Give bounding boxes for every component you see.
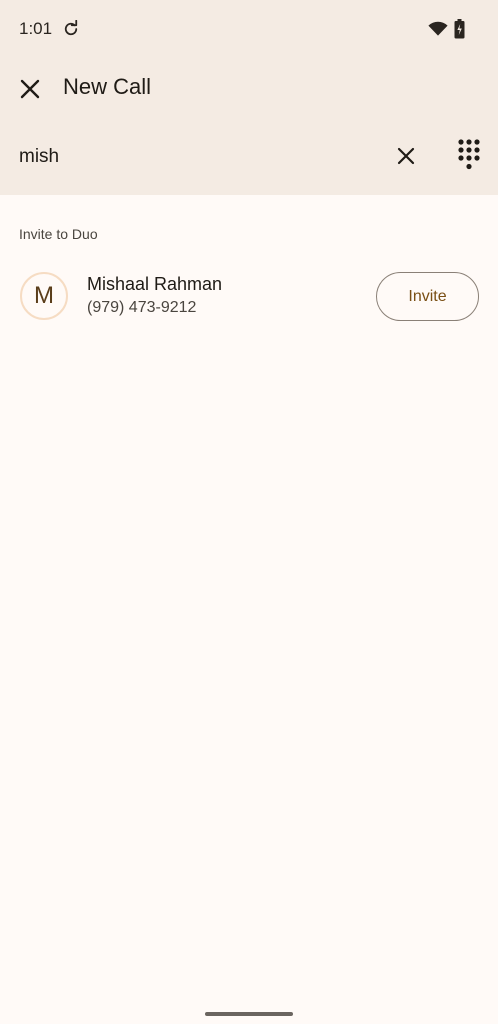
avatar: M <box>20 272 68 320</box>
contact-name: Mishaal Rahman <box>87 274 223 294</box>
clear-search-button[interactable] <box>390 140 422 172</box>
close-button[interactable] <box>14 73 46 105</box>
invite-button[interactable]: Invite <box>376 272 479 321</box>
close-icon <box>397 147 415 165</box>
status-time: 1:01 <box>19 19 53 38</box>
gesture-nav-handle[interactable] <box>205 1012 293 1016</box>
contact-phone: (979) 473-9212 <box>87 299 197 316</box>
contact-row[interactable]: M Mishaal Rahman (979) 473-9212 Invite <box>0 260 498 332</box>
sync-icon <box>64 20 78 36</box>
dialpad-button[interactable] <box>453 138 485 172</box>
app-header: 1:01 New Call <box>0 0 498 195</box>
search-input[interactable] <box>19 143 379 171</box>
section-title: Invite to Duo <box>19 226 98 242</box>
status-bar: 1:01 <box>0 0 498 58</box>
page-title: New Call <box>63 74 152 99</box>
dialpad-icon <box>458 139 480 170</box>
battery-icon <box>454 19 465 39</box>
close-icon <box>20 79 40 99</box>
wifi-icon <box>428 21 448 36</box>
